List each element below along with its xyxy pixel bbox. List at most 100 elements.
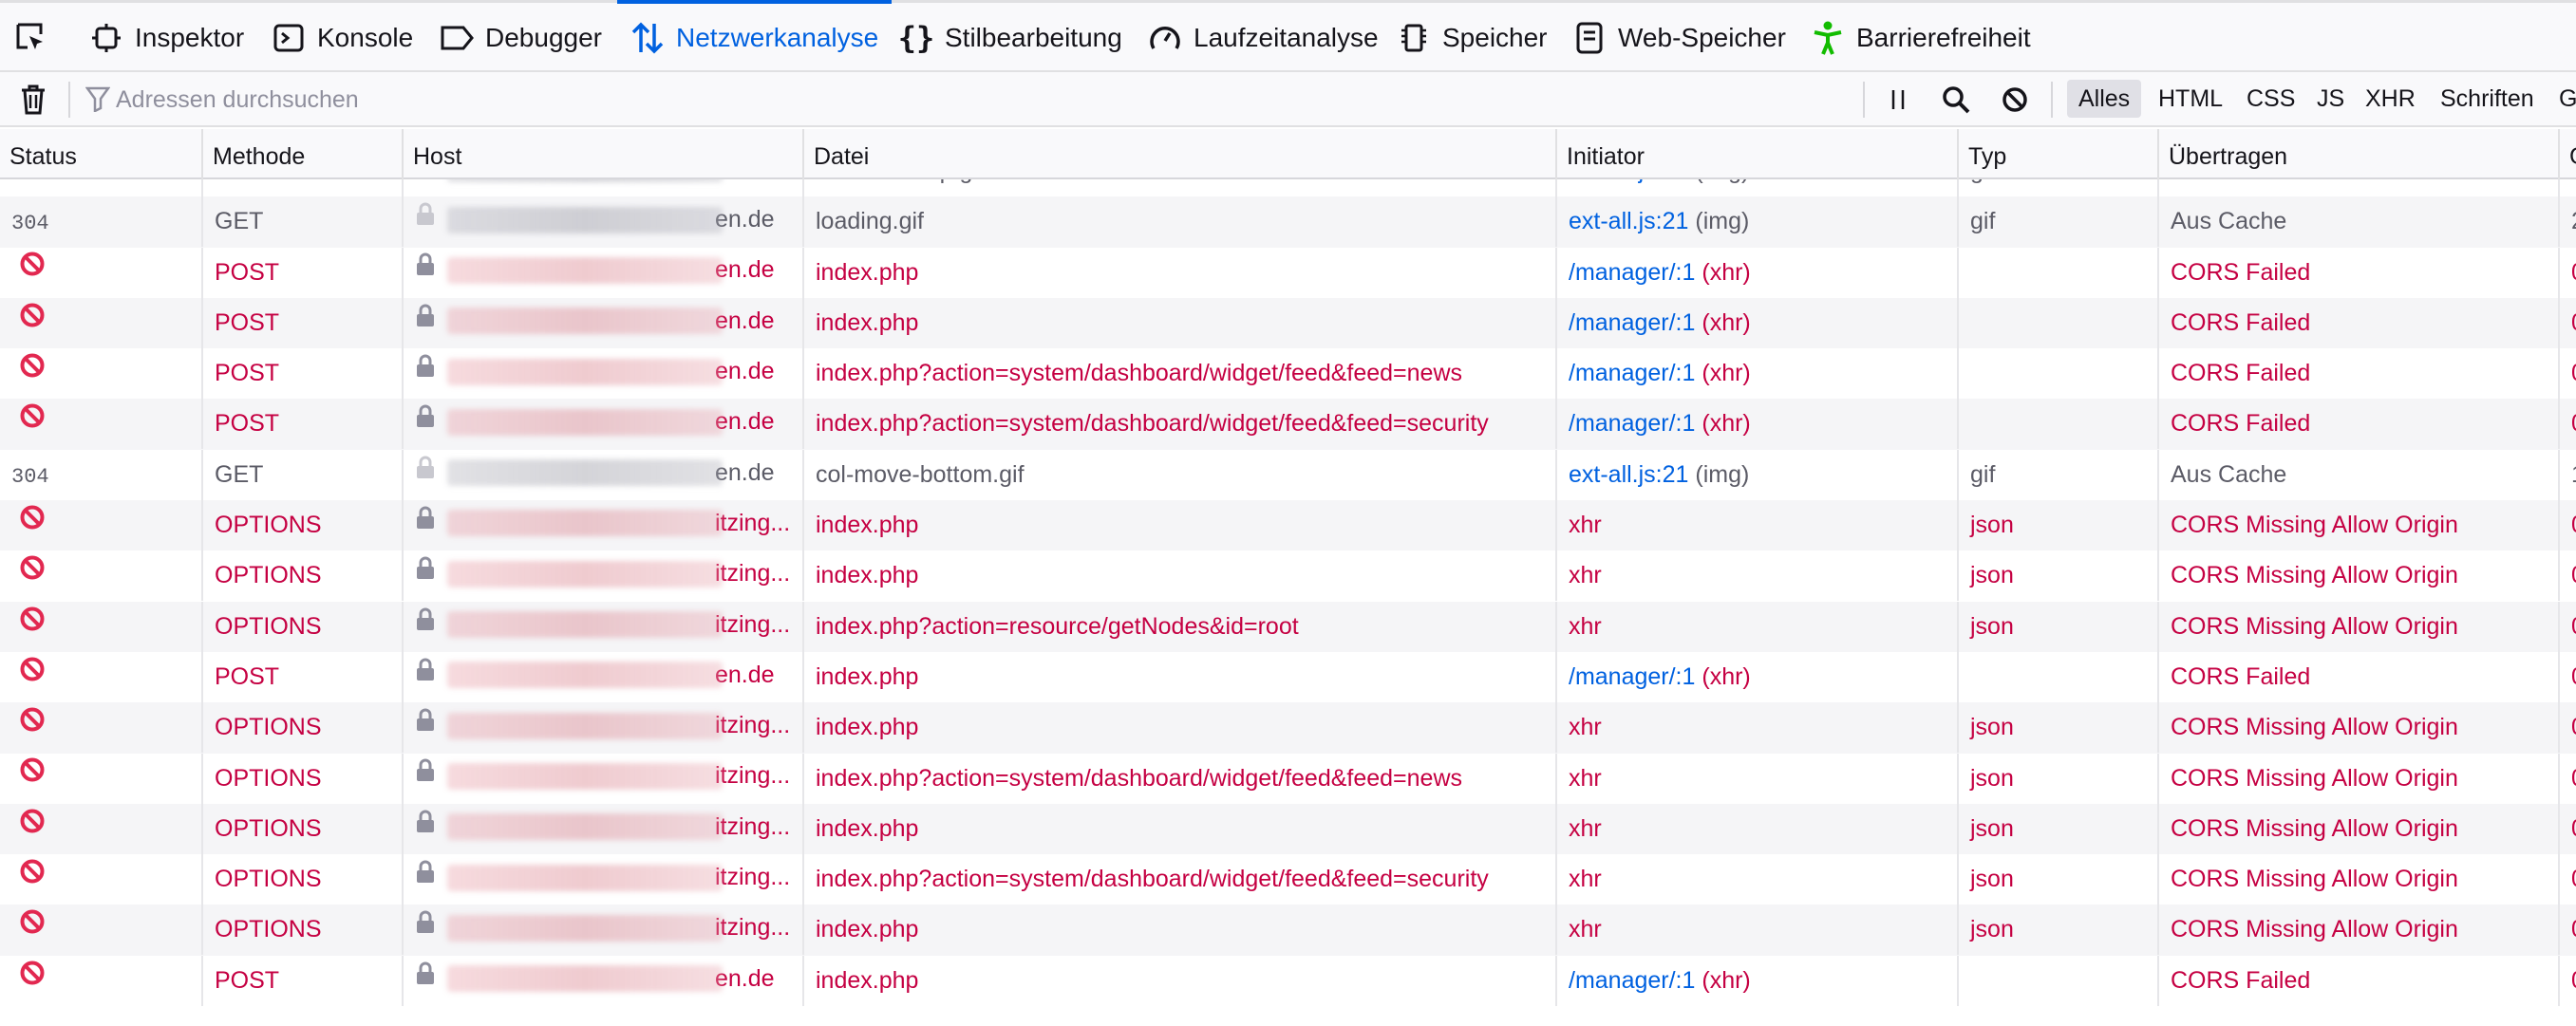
tab-web-speicher[interactable]: Web-Speicher — [1570, 3, 1786, 72]
filter-icon — [85, 85, 111, 117]
size-cell: 1 — [2558, 449, 2576, 500]
status-cell: 304 — [0, 179, 201, 196]
initiator-cell: /manager/:1 (xhr) — [1555, 348, 1957, 400]
initiator-link[interactable]: ext-all.js:21 — [1569, 461, 1688, 488]
block-requests-button[interactable] — [1996, 82, 2034, 118]
lock-icon — [415, 348, 436, 397]
column-header-file[interactable]: Datei — [802, 129, 1555, 179]
blocked-icon — [19, 298, 46, 346]
lock-icon — [415, 196, 436, 245]
initiator-link[interactable]: /manager/:1 — [1569, 410, 1695, 437]
request-row[interactable]: OPTIONS itzing... index.php xhr json CORS Mis… — [0, 550, 2576, 602]
column-header-initiator[interactable]: Initiator — [1555, 129, 1957, 179]
method-cell: GET — [201, 449, 402, 500]
host-cell: en.de — [402, 348, 802, 400]
devtools-tab-bar: Inspektor Konsole Debugger Netzwerkanaly… — [0, 0, 2576, 72]
tab-speicher[interactable]: Speicher — [1395, 3, 1548, 72]
filter-all[interactable]: Alles — [2067, 80, 2142, 118]
initiator-link[interactable]: /manager/:1 — [1569, 967, 1695, 994]
block-icon — [2003, 87, 2027, 112]
tab-debugger[interactable]: Debugger — [438, 3, 602, 72]
request-row[interactable]: OPTIONS itzing... index.php xhr json CORS Mis… — [0, 702, 2576, 754]
tab-barrierefreiheit[interactable]: Barrierefreiheit — [1809, 3, 2031, 72]
initiator-link[interactable]: /manager/:1 — [1569, 663, 1695, 690]
url-filter-input[interactable] — [116, 80, 1825, 120]
status-cell — [0, 804, 201, 854]
transferred-cell: CORS Missing Allow Origin — [2157, 601, 2558, 652]
search-icon — [1943, 86, 1970, 114]
request-row[interactable]: OPTIONS itzing... index.php xhr json CORS Mis… — [0, 500, 2576, 551]
file-cell: loading.gif — [802, 196, 1555, 248]
request-row[interactable]: POST en.de index.php/manager/:1 (xhr) CORS … — [0, 651, 2576, 703]
tab-stilbearbeitung[interactable]: {} Stilbearbeitung — [897, 3, 1122, 72]
method-cell: POST — [201, 399, 402, 450]
column-header-transferred[interactable]: Übertragen — [2157, 129, 2558, 179]
filter-html[interactable]: HTML — [2147, 80, 2234, 118]
request-row[interactable]: POST en.de index.php?action=system/dashboa… — [0, 399, 2576, 450]
column-header-status[interactable]: Status — [0, 129, 201, 179]
request-row[interactable]: POST en.de index.php/manager/:1 (xhr) CORS … — [0, 247, 2576, 298]
request-row[interactable]: POST en.de index.php/manager/:1 (xhr) CORS … — [0, 955, 2576, 1007]
size-cell: 0 — [2558, 854, 2576, 905]
transferred-cell: Aus Cache — [2157, 196, 2558, 248]
blocked-icon — [19, 804, 46, 852]
initiator-link[interactable]: /manager/:1 — [1569, 259, 1695, 286]
filter-css[interactable]: CSS — [2235, 80, 2306, 118]
filter-more[interactable]: G — [2548, 80, 2576, 118]
initiator-cell: /manager/:1 (xhr) — [1555, 297, 1957, 348]
request-row[interactable]: 304 GET en.de loading.gif ext-all.js:21 (img… — [0, 196, 2576, 248]
request-row[interactable]: OPTIONS itzing... index.php xhr json CORS Mis… — [0, 803, 2576, 855]
file-cell: col-move-bottom.gif — [802, 449, 1555, 500]
column-header-size[interactable]: G — [2558, 129, 2576, 179]
redacted-host — [447, 560, 723, 588]
pause-icon — [1891, 90, 1905, 109]
request-row[interactable]: POST en.de index.php?action=system/dashboa… — [0, 348, 2576, 400]
request-row[interactable]: 304GETen.decol-move-top.gifext-all.js:21… — [0, 179, 2576, 197]
initiator-cell: /manager/:1 (xhr) — [1555, 247, 1957, 298]
host-cell: itzing... — [402, 753, 802, 804]
host-cell: en.de — [402, 651, 802, 702]
initiator-link[interactable]: /manager/:1 — [1569, 360, 1695, 386]
element-picker-button[interactable] — [0, 3, 63, 72]
column-header-host[interactable]: Host — [402, 129, 802, 179]
status-cell: 304 — [0, 196, 201, 247]
tab-inspektor[interactable]: Inspektor — [87, 3, 244, 72]
request-row[interactable]: OPTIONS itzing... index.php?action=system/… — [0, 753, 2576, 804]
file-cell: index.php — [802, 500, 1555, 551]
request-row[interactable]: OPTIONS itzing... index.php?action=system/… — [0, 854, 2576, 905]
initiator-cause: (xhr) — [1695, 258, 1751, 286]
filter-fonts[interactable]: Schriften — [2429, 80, 2546, 118]
status-code: 304 — [11, 179, 49, 185]
request-row[interactable]: OPTIONS itzing... index.php xhr json CORS Mis… — [0, 905, 2576, 956]
tab-netzwerkanalyse[interactable]: Netzwerkanalyse — [616, 0, 893, 72]
initiator-cause: (img) — [1688, 460, 1750, 488]
initiator-link[interactable]: /manager/:1 — [1569, 309, 1695, 336]
request-row[interactable]: 304 GET en.de col-move-bottom.gif ext-all.js… — [0, 449, 2576, 501]
initiator-link[interactable]: ext-all.js:21 — [1569, 179, 1688, 184]
type-cell — [1957, 247, 2157, 298]
request-row[interactable]: POST en.de index.php/manager/:1 (xhr) CORS … — [0, 297, 2576, 349]
request-row[interactable]: OPTIONS itzing... index.php?action=resourc… — [0, 601, 2576, 652]
filter-js[interactable]: JS — [2305, 80, 2356, 118]
filter-xhr[interactable]: XHR — [2354, 80, 2427, 118]
redacted-host — [447, 510, 723, 537]
lock-icon — [415, 956, 436, 1004]
search-button[interactable] — [1937, 82, 1975, 118]
redacted-host — [447, 864, 723, 891]
size-cell: 0 — [2558, 955, 2576, 1006]
pause-button[interactable] — [1879, 82, 1917, 118]
tab-label: Inspektor — [135, 22, 245, 52]
file-cell: col-move-top.gif — [802, 179, 1555, 196]
tab-konsole[interactable]: Konsole — [270, 3, 413, 72]
blocked-icon — [19, 754, 46, 802]
column-header-method[interactable]: Methode — [201, 129, 402, 179]
column-header-type[interactable]: Typ — [1957, 129, 2157, 179]
redacted-host — [447, 712, 723, 739]
initiator-cell: xhr — [1555, 500, 1957, 551]
tab-label: Web-Speicher — [1618, 22, 1786, 52]
tab-laufzeitanalyse[interactable]: Laufzeitanalyse — [1146, 3, 1379, 72]
clear-requests-button[interactable] — [15, 82, 51, 118]
initiator-link[interactable]: ext-all.js:21 — [1569, 208, 1688, 234]
host-suffix: en.de — [715, 358, 775, 385]
blocked-icon — [19, 652, 46, 700]
